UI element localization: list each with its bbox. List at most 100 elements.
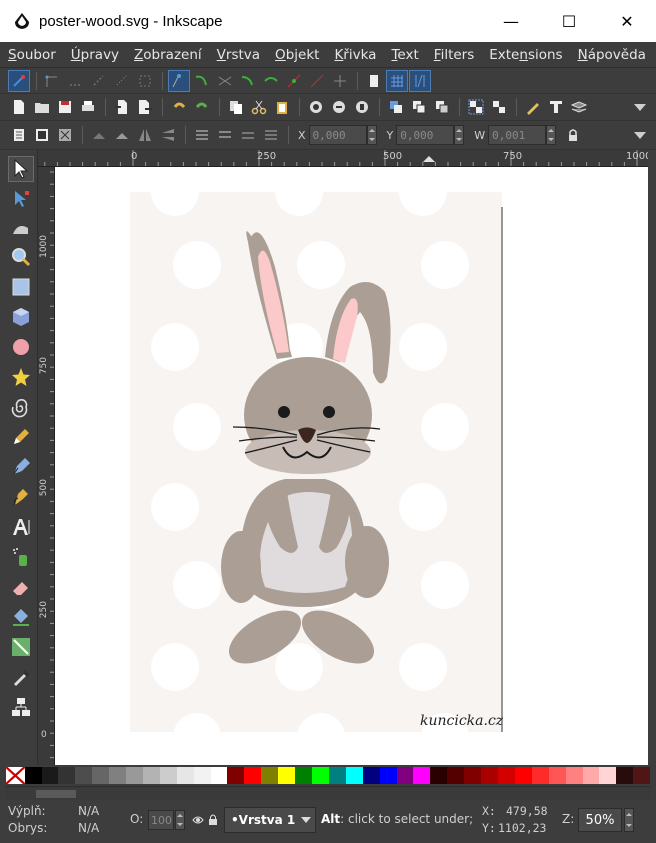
palette-swatch[interactable] bbox=[328, 767, 346, 784]
palette-swatch[interactable] bbox=[227, 767, 245, 784]
menu-zobrazeni[interactable]: Zobrazení bbox=[134, 47, 202, 63]
x-spinner[interactable] bbox=[366, 125, 377, 145]
redo-button[interactable] bbox=[191, 96, 213, 118]
open-button[interactable] bbox=[31, 96, 53, 118]
snap-page-border-button[interactable] bbox=[363, 70, 385, 92]
spiral-tool[interactable] bbox=[8, 394, 34, 420]
flip-horizontal-button[interactable] bbox=[134, 124, 156, 146]
palette-swatch[interactable] bbox=[261, 767, 279, 784]
spray-tool[interactable] bbox=[8, 544, 34, 570]
snap-object-center-button[interactable] bbox=[306, 70, 328, 92]
node-tool[interactable] bbox=[8, 186, 34, 212]
export-button[interactable] bbox=[134, 96, 156, 118]
rotate-ccw-button[interactable] bbox=[88, 124, 110, 146]
palette-swatch[interactable] bbox=[531, 767, 549, 784]
snap-bbox-edge-button[interactable] bbox=[65, 70, 87, 92]
tweak-tool[interactable] bbox=[8, 214, 34, 240]
snap-nodes-button[interactable] bbox=[168, 69, 190, 92]
zoom-input[interactable]: 50% bbox=[578, 808, 622, 832]
connector-tool[interactable] bbox=[8, 694, 34, 720]
horizontal-scroll-thumb[interactable] bbox=[36, 790, 76, 798]
dropper-tool[interactable] bbox=[8, 664, 34, 690]
flip-vertical-button[interactable] bbox=[157, 124, 179, 146]
menu-filters[interactable]: Filters bbox=[434, 47, 474, 63]
layer-lock-icon[interactable] bbox=[208, 813, 218, 826]
palette-swatch[interactable] bbox=[244, 767, 262, 784]
drawing-canvas[interactable]: kuncicka.cz bbox=[55, 167, 648, 765]
snap-bbox-button[interactable] bbox=[42, 70, 64, 92]
palette-swatch[interactable] bbox=[430, 767, 448, 784]
lower-button[interactable] bbox=[237, 124, 259, 146]
palette-swatch[interactable] bbox=[464, 767, 482, 784]
duplicate-button[interactable] bbox=[385, 96, 407, 118]
zoom-drawing-button[interactable] bbox=[328, 96, 350, 118]
eye-visibility-icon[interactable] bbox=[192, 814, 204, 826]
palette-swatch[interactable] bbox=[481, 767, 498, 784]
star-tool[interactable] bbox=[8, 364, 34, 390]
toolbar-overflow-icon[interactable] bbox=[634, 103, 646, 111]
eraser-tool[interactable] bbox=[8, 574, 34, 600]
print-button[interactable] bbox=[77, 96, 99, 118]
lock-proportions-button[interactable] bbox=[562, 124, 584, 146]
copy-button[interactable] bbox=[225, 96, 247, 118]
menu-soubor[interactable]: Soubor bbox=[8, 47, 56, 63]
snap-guides-button[interactable] bbox=[409, 69, 431, 92]
palette-swatch[interactable] bbox=[176, 767, 194, 784]
w-input[interactable]: 0,001 bbox=[488, 125, 547, 145]
palette-swatch[interactable] bbox=[582, 767, 600, 784]
zoom-page-button[interactable] bbox=[351, 96, 373, 118]
unlink-clone-button[interactable] bbox=[431, 96, 453, 118]
pencil-tool[interactable] bbox=[8, 424, 34, 450]
menu-upravy[interactable]: Úpravy bbox=[71, 47, 119, 63]
zoom-spinner[interactable] bbox=[624, 808, 634, 832]
palette-swatch[interactable] bbox=[75, 767, 93, 784]
palette-swatch[interactable] bbox=[295, 767, 312, 784]
snap-intersections-button[interactable] bbox=[214, 70, 236, 92]
lower-to-bottom-button[interactable] bbox=[260, 124, 282, 146]
vertical-ruler[interactable]: 1000 750 500 250 0 bbox=[38, 167, 55, 765]
palette-swatch[interactable] bbox=[633, 767, 651, 784]
save-button[interactable] bbox=[54, 96, 76, 118]
palette-swatch[interactable] bbox=[58, 767, 76, 784]
snap-cusp-button[interactable] bbox=[237, 70, 259, 92]
vertical-scrollbar[interactable] bbox=[648, 150, 656, 765]
palette-swatch[interactable] bbox=[362, 767, 380, 784]
zoom-tool[interactable] bbox=[8, 244, 34, 270]
snap-toggle-button[interactable] bbox=[8, 69, 30, 92]
palette-swatch[interactable] bbox=[616, 767, 634, 784]
menu-vrstva[interactable]: Vrstva bbox=[217, 47, 260, 63]
deselect-button[interactable] bbox=[54, 124, 76, 146]
layer-selector[interactable]: •Vrstva 1 bbox=[224, 807, 316, 833]
palette-swatch[interactable] bbox=[396, 767, 414, 784]
palette-swatch[interactable] bbox=[193, 767, 211, 784]
clone-button[interactable] bbox=[408, 96, 430, 118]
import-button[interactable] bbox=[111, 96, 133, 118]
palette-swatch[interactable] bbox=[142, 767, 160, 784]
palette-swatch[interactable] bbox=[278, 767, 296, 784]
raise-button[interactable] bbox=[214, 124, 236, 146]
no-paint-swatch[interactable] bbox=[5, 766, 26, 785]
paint-bucket-tool[interactable] bbox=[8, 604, 34, 630]
stroke-indicator[interactable]: N/A bbox=[78, 821, 99, 835]
palette-swatch[interactable] bbox=[379, 767, 397, 784]
rectangle-tool[interactable] bbox=[8, 274, 34, 300]
menu-objekt[interactable]: Objekt bbox=[275, 47, 319, 63]
undo-button[interactable] bbox=[168, 96, 190, 118]
rotate-cw-button[interactable] bbox=[111, 124, 133, 146]
fill-stroke-button[interactable] bbox=[522, 96, 544, 118]
x-input[interactable]: 0,000 bbox=[308, 125, 367, 145]
select-all-layers-button[interactable] bbox=[31, 124, 53, 146]
pen-tool[interactable] bbox=[8, 454, 34, 480]
palette-swatch[interactable] bbox=[345, 767, 363, 784]
calligraphy-tool[interactable] bbox=[8, 484, 34, 510]
ellipse-tool[interactable] bbox=[8, 334, 34, 360]
snap-paths-button[interactable] bbox=[191, 70, 213, 92]
palette-swatch[interactable] bbox=[24, 767, 42, 784]
snap-rotation-center-button[interactable] bbox=[329, 70, 351, 92]
new-document-button[interactable] bbox=[8, 96, 30, 118]
text-font-button[interactable] bbox=[545, 96, 567, 118]
close-button[interactable]: ✕ bbox=[598, 0, 656, 42]
palette-swatch[interactable] bbox=[565, 767, 583, 784]
y-input[interactable]: 0,000 bbox=[396, 125, 455, 145]
opacity-input[interactable]: 100 bbox=[148, 810, 174, 830]
